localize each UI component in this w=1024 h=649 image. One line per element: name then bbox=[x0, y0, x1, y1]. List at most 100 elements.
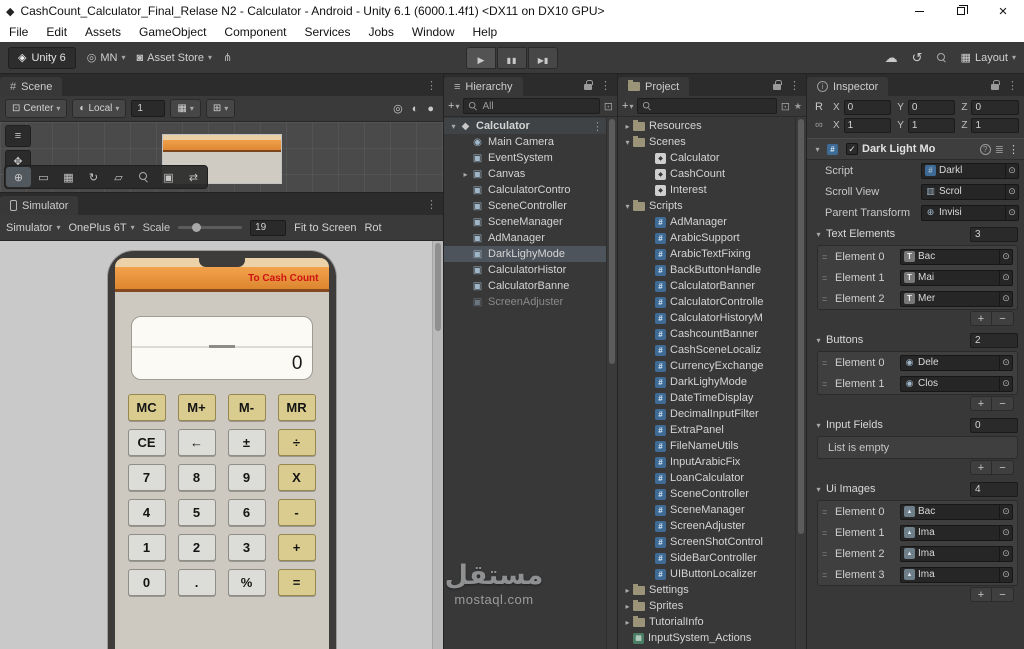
object-field[interactable]: Darkl bbox=[921, 162, 1019, 179]
object-picker-icon[interactable] bbox=[999, 249, 1012, 264]
menu-item[interactable]: Services bbox=[295, 25, 359, 39]
calc-key[interactable]: % bbox=[227, 569, 266, 596]
account-dropdown[interactable]: MN bbox=[87, 51, 126, 64]
zoom-tool-button[interactable] bbox=[131, 167, 156, 187]
list-element-row[interactable]: Element 0 Dele bbox=[818, 352, 1017, 373]
simulator-scrollbar[interactable] bbox=[432, 241, 443, 649]
search-by-type-icon[interactable] bbox=[781, 100, 790, 113]
favorites-icon[interactable] bbox=[794, 100, 802, 112]
project-item[interactable]: AdManager bbox=[618, 214, 806, 230]
project-item[interactable]: InputArabicFix bbox=[618, 454, 806, 470]
object-field[interactable]: Dele bbox=[900, 354, 1013, 371]
hierarchy-item[interactable]: SceneController bbox=[444, 198, 617, 214]
skybox-toggle-icon[interactable] bbox=[427, 103, 434, 115]
calc-key[interactable]: 4 bbox=[127, 499, 166, 526]
scene-menu-icon[interactable] bbox=[426, 79, 437, 92]
menu-item[interactable]: Jobs bbox=[359, 25, 402, 39]
object-picker-icon[interactable] bbox=[999, 525, 1012, 540]
project-item[interactable]: CalculatorControlle bbox=[618, 294, 806, 310]
calc-key[interactable]: + bbox=[277, 534, 316, 561]
pivot-toggle[interactable]: Center bbox=[5, 99, 68, 118]
object-field[interactable]: Mer bbox=[900, 290, 1013, 307]
tab-simulator[interactable]: Simulator bbox=[0, 196, 79, 215]
list-element-row[interactable]: Element 0 Bac bbox=[818, 501, 1017, 522]
tab-inspector[interactable]: Inspector bbox=[807, 77, 889, 96]
hierarchy-item[interactable]: CalculatorContro bbox=[444, 182, 617, 198]
pause-button[interactable] bbox=[497, 47, 527, 69]
drag-handle-icon[interactable] bbox=[822, 528, 832, 538]
project-search-input[interactable] bbox=[637, 98, 777, 114]
object-field[interactable]: Invisi bbox=[921, 204, 1019, 221]
close-button[interactable] bbox=[982, 0, 1024, 22]
undo-history-icon[interactable] bbox=[912, 50, 923, 66]
project-item[interactable]: DarkLighyMode bbox=[618, 374, 806, 390]
inspector-menu-icon[interactable] bbox=[1007, 79, 1018, 92]
object-field[interactable]: Bac bbox=[900, 248, 1013, 265]
shading-mode-icon[interactable] bbox=[412, 103, 419, 115]
component-menu-icon[interactable] bbox=[1008, 143, 1019, 156]
scale-z-field[interactable]: 1 bbox=[971, 117, 1019, 133]
project-item[interactable]: SceneManager bbox=[618, 502, 806, 518]
add-element-button[interactable] bbox=[970, 311, 992, 326]
overlay-menu-button[interactable] bbox=[5, 125, 31, 147]
slider-thumb[interactable] bbox=[192, 223, 202, 232]
list-element-row[interactable]: Element 1 Ima bbox=[818, 522, 1017, 543]
project-item[interactable]: CashCount bbox=[618, 166, 806, 182]
list-element-row[interactable]: Element 3 Ima bbox=[818, 564, 1017, 585]
object-field[interactable]: Ima bbox=[900, 566, 1013, 583]
list-element-row[interactable]: Element 0 Bac bbox=[818, 246, 1017, 267]
drag-handle-icon[interactable] bbox=[822, 507, 832, 517]
project-item[interactable]: ArabicTextFixing bbox=[618, 246, 806, 262]
foldout-ui-images[interactable]: Ui Images 4 bbox=[807, 478, 1024, 500]
calc-key[interactable]: 9 bbox=[227, 464, 266, 491]
drag-handle-icon[interactable] bbox=[822, 273, 832, 283]
drag-handle-icon[interactable] bbox=[822, 294, 832, 304]
foldout-input-fields[interactable]: Input Fields 0 bbox=[807, 414, 1024, 436]
simulator-viewport[interactable]: To Cash Count 0 MC M+ M- MR CE ← ± ÷ 7 8 9 X 4 5 6- 1 2 3… bbox=[0, 241, 443, 649]
calc-key[interactable]: ÷ bbox=[277, 429, 316, 456]
calc-key[interactable]: X bbox=[277, 464, 316, 491]
list-size-field[interactable]: 3 bbox=[970, 226, 1018, 242]
lock-icon[interactable] bbox=[773, 79, 782, 90]
project-item[interactable]: Scenes bbox=[618, 134, 806, 150]
calc-key[interactable]: 8 bbox=[177, 464, 216, 491]
hierarchy-item[interactable]: SceneManager bbox=[444, 214, 617, 230]
object-picker-icon[interactable] bbox=[1005, 184, 1018, 199]
hierarchy-item[interactable]: Canvas bbox=[444, 166, 617, 182]
rotate-button[interactable]: Rot bbox=[364, 222, 381, 234]
help-icon[interactable] bbox=[979, 143, 991, 155]
simulator-mode-dropdown[interactable]: Simulator bbox=[6, 222, 60, 234]
object-picker-icon[interactable] bbox=[999, 546, 1012, 561]
asset-store-dropdown[interactable]: Asset Store bbox=[136, 52, 212, 64]
object-picker-icon[interactable] bbox=[999, 291, 1012, 306]
list-element-row[interactable]: Element 2 Mer bbox=[818, 288, 1017, 309]
object-picker-icon[interactable] bbox=[999, 376, 1012, 391]
hierarchy-menu-icon[interactable] bbox=[600, 79, 611, 92]
add-element-button[interactable] bbox=[970, 396, 992, 411]
list-size-field[interactable]: 4 bbox=[970, 481, 1018, 497]
project-item[interactable]: BackButtonHandle bbox=[618, 262, 806, 278]
grid-tool-button[interactable] bbox=[56, 167, 81, 187]
gizmos-icon[interactable] bbox=[393, 102, 403, 115]
app-header-title[interactable]: To Cash Count bbox=[248, 273, 318, 284]
object-field[interactable]: Bac bbox=[900, 503, 1013, 520]
list-size-field[interactable]: 2 bbox=[970, 332, 1018, 348]
project-item[interactable]: Settings bbox=[618, 582, 806, 598]
hierarchy-item[interactable]: DarkLighyMode bbox=[444, 246, 617, 262]
unity-version-badge[interactable]: Unity 6 bbox=[8, 46, 76, 69]
object-field[interactable]: Clos bbox=[900, 375, 1013, 392]
scale-tool-button[interactable] bbox=[106, 167, 131, 187]
cloud-services-icon[interactable] bbox=[885, 50, 898, 66]
scale-x-field[interactable]: 1 bbox=[843, 117, 892, 133]
component-header[interactable]: Dark Light Mo bbox=[807, 138, 1024, 160]
project-item[interactable]: Interest bbox=[618, 182, 806, 198]
calc-key[interactable]: 6 bbox=[227, 499, 266, 526]
project-item[interactable]: InputSystem_Actions bbox=[618, 630, 806, 646]
hierarchy-item[interactable]: EventSystem bbox=[444, 150, 617, 166]
list-element-row[interactable]: Element 1 Mai bbox=[818, 267, 1017, 288]
lock-icon[interactable] bbox=[991, 79, 1000, 90]
project-item[interactable]: CashSceneLocaliz bbox=[618, 342, 806, 358]
object-picker-icon[interactable] bbox=[999, 567, 1012, 582]
project-item[interactable]: TutorialInfo bbox=[618, 614, 806, 630]
snap-settings-dropdown[interactable] bbox=[205, 99, 236, 118]
